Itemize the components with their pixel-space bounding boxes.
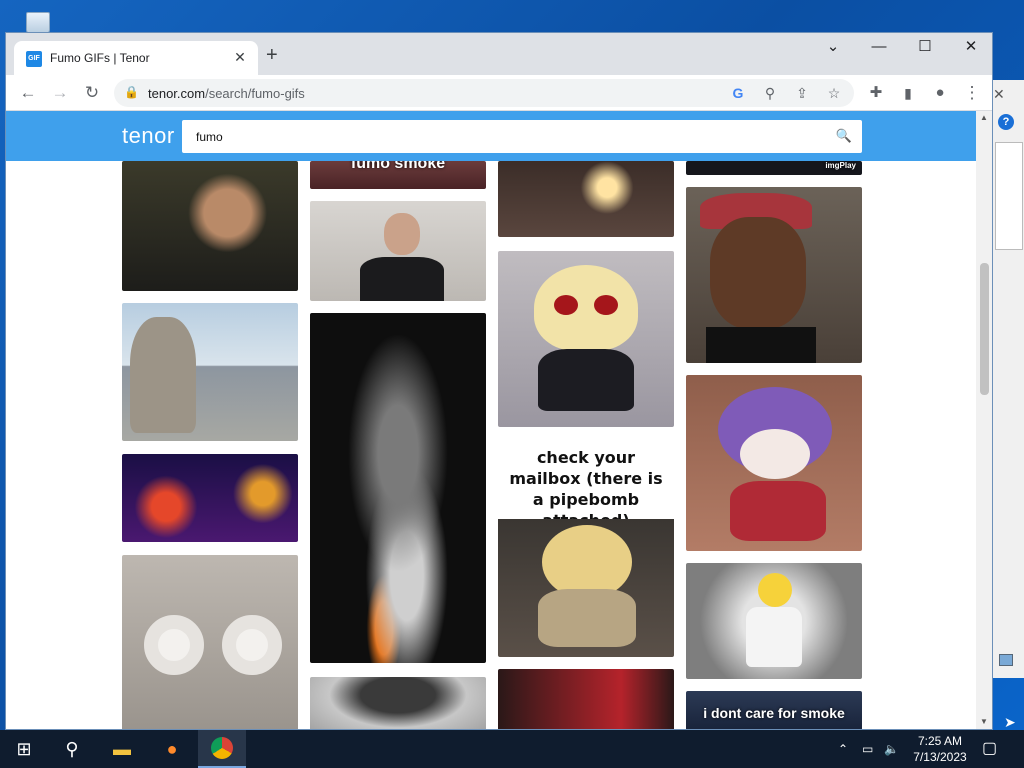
search-icon[interactable]: 🔍 bbox=[836, 128, 852, 144]
tenor-favicon-icon: GIF bbox=[26, 51, 42, 67]
scroll-up-icon[interactable]: ▲ bbox=[980, 113, 988, 122]
tenor-page: tenor 🔍 fumo smoke bbox=[6, 111, 976, 729]
thumbnail-icon bbox=[999, 654, 1013, 666]
search-input[interactable] bbox=[182, 120, 822, 153]
minimize-icon[interactable]: — bbox=[856, 33, 902, 63]
tab-close-icon[interactable]: ✕ bbox=[232, 49, 248, 66]
gif-watermark: imgPlay bbox=[825, 161, 856, 170]
gif-snoop-dogg[interactable] bbox=[686, 187, 862, 363]
browser-toolbar: ← → ↻ 🔒 tenor.com/search/fumo-gifs G ⚲ ⇪… bbox=[6, 75, 992, 111]
page-scrollbar[interactable]: ▲ ▼ bbox=[976, 111, 992, 729]
gif-smoke-bottom[interactable] bbox=[310, 677, 486, 729]
extensions-icon[interactable]: ✚ bbox=[864, 81, 888, 105]
gif-fumo-smoke[interactable]: fumo smoke bbox=[310, 161, 486, 189]
background-field bbox=[995, 142, 1023, 250]
gif-lighter[interactable] bbox=[498, 161, 674, 237]
volume-muted-icon[interactable]: 🔈 bbox=[884, 730, 899, 768]
chrome-icon[interactable] bbox=[198, 730, 246, 768]
tenor-logo[interactable]: tenor bbox=[122, 123, 175, 149]
gif-dont-care-smoke[interactable]: i dont care for smoke bbox=[686, 691, 862, 729]
show-hidden-icons-icon[interactable]: ⌃ bbox=[838, 730, 848, 768]
gif-man-smoking[interactable] bbox=[122, 161, 298, 291]
share-icon[interactable]: ⇪ bbox=[790, 81, 814, 105]
google-lens-icon[interactable]: G bbox=[726, 81, 750, 105]
url-text[interactable]: tenor.com/search/fumo-gifs bbox=[148, 86, 305, 101]
back-icon[interactable]: ← bbox=[16, 81, 40, 105]
file-explorer-icon[interactable]: ▬ bbox=[98, 730, 146, 768]
mouse-cursor: ➤ bbox=[1004, 714, 1016, 730]
maximize-icon[interactable]: ☐ bbox=[902, 33, 948, 63]
search-box: 🔍 bbox=[182, 120, 862, 153]
firefox-icon[interactable]: ● bbox=[148, 730, 196, 768]
gif-homer-smoke[interactable] bbox=[686, 563, 862, 679]
search-icon[interactable]: ⚲ bbox=[48, 730, 96, 768]
gif-caption: i dont care for smoke bbox=[703, 705, 845, 721]
gif-caption: fumo smoke bbox=[350, 161, 446, 172]
zoom-icon[interactable]: ⚲ bbox=[758, 81, 782, 105]
window-close-icon[interactable]: ✕ bbox=[948, 33, 992, 63]
clock[interactable]: 7:25 AM 7/13/2023 bbox=[902, 733, 978, 765]
scrollbar-thumb[interactable] bbox=[980, 263, 989, 395]
gif-sunglasses-person[interactable] bbox=[310, 201, 486, 301]
gif-snoop-phone[interactable] bbox=[498, 669, 674, 729]
gif-imgplay[interactable]: imgPlay bbox=[686, 161, 862, 175]
gif-fumo-blonde[interactable] bbox=[498, 251, 674, 427]
clock-time: 7:25 AM bbox=[917, 734, 963, 748]
gif-cat-smoking[interactable] bbox=[122, 303, 298, 441]
help-icon[interactable]: ? bbox=[998, 114, 1014, 130]
tab-search-icon[interactable]: ⌄ bbox=[810, 33, 856, 63]
network-icon[interactable]: ▭ bbox=[862, 730, 873, 768]
taskbar: ⊞ ⚲ ▬ ● ⌃ ▭ 🔈 7:25 AM 7/13/2023 ▢ bbox=[0, 730, 1024, 768]
gif-concert-palms[interactable] bbox=[122, 454, 298, 542]
notifications-icon[interactable]: ▢ bbox=[982, 730, 997, 768]
gif-smoke-plume[interactable] bbox=[310, 313, 486, 663]
profile-icon[interactable]: ● bbox=[928, 81, 952, 105]
start-windows-icon[interactable]: ⊞ bbox=[0, 730, 48, 768]
tab-title: Fumo GIFs | Tenor bbox=[50, 51, 150, 65]
side-panel-icon[interactable]: ▮ bbox=[896, 81, 920, 105]
address-bar[interactable]: 🔒 tenor.com/search/fumo-gifs G ⚲ ⇪ ☆ bbox=[114, 79, 854, 107]
new-tab-icon[interactable]: + bbox=[266, 45, 278, 65]
lock-icon[interactable]: 🔒 bbox=[124, 85, 139, 99]
gif-toilet-paper[interactable] bbox=[122, 555, 298, 729]
recycle-bin-icon[interactable] bbox=[18, 8, 58, 34]
forward-icon[interactable]: → bbox=[48, 81, 72, 105]
gif-mailbox-fumo[interactable]: check your mailbox (there is a pipebomb … bbox=[498, 439, 674, 657]
tab-strip: GIF Fumo GIFs | Tenor ✕ + ⌄ — ☐ ✕ bbox=[6, 33, 992, 75]
tenor-header: tenor 🔍 bbox=[6, 111, 976, 161]
reload-icon[interactable]: ↻ bbox=[80, 81, 104, 105]
scroll-down-icon[interactable]: ▼ bbox=[980, 717, 988, 726]
clock-date: 7/13/2023 bbox=[913, 750, 967, 764]
menu-icon[interactable]: ⋮ bbox=[960, 81, 984, 105]
background-window[interactable]: ✕ ? bbox=[990, 80, 1024, 678]
gif-fumo-purple[interactable] bbox=[686, 375, 862, 551]
close-icon[interactable]: ✕ bbox=[993, 86, 1005, 103]
bookmark-star-icon[interactable]: ☆ bbox=[822, 81, 846, 105]
browser-tab[interactable]: GIF Fumo GIFs | Tenor ✕ bbox=[14, 41, 258, 75]
browser-window: GIF Fumo GIFs | Tenor ✕ + ⌄ — ☐ ✕ ← → ↻ … bbox=[5, 32, 993, 730]
